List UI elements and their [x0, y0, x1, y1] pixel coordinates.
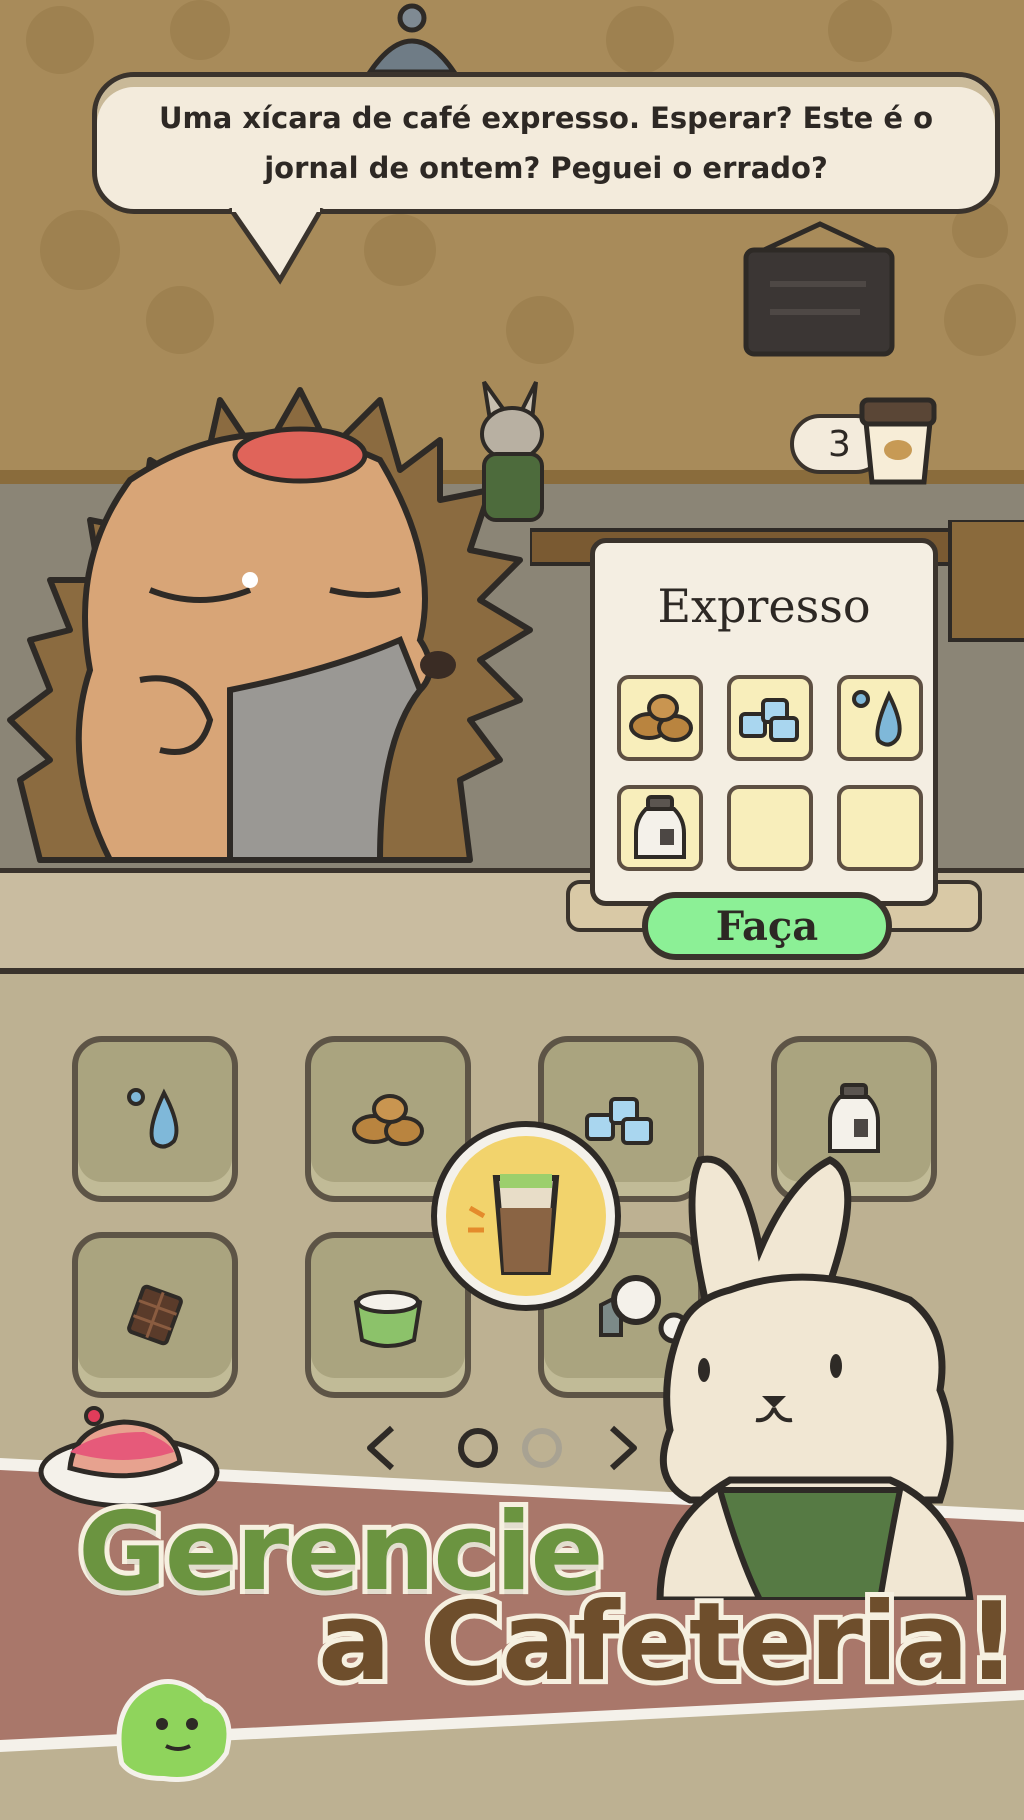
barista-bunny — [480, 380, 544, 522]
coffee-cup-icon — [859, 397, 937, 485]
banner-headline-line-2: a Cafeteria! — [313, 1575, 1021, 1710]
ice-cubes-icon — [739, 698, 799, 742]
chocolate-icon — [127, 1284, 183, 1346]
recipe-panel: Expresso — [590, 538, 938, 906]
frog-sticker — [116, 1679, 232, 1782]
speech-bubble-tail — [227, 208, 325, 285]
coffee-beans-icon — [352, 1094, 424, 1146]
service-bell-icon[interactable] — [360, 0, 460, 76]
recipe-slot-4 — [617, 785, 703, 871]
water-drop-icon — [127, 1088, 179, 1149]
recipe-slot-5 — [727, 785, 813, 871]
recipe-slot-1 — [617, 675, 703, 761]
bunny-barista — [656, 1155, 974, 1600]
ingredient-water-button[interactable] — [72, 1036, 238, 1202]
coffee-beans-icon — [629, 694, 693, 742]
dialogue-text: Uma xícara de café expresso. Esperar? Es… — [158, 101, 934, 185]
game-screen: Uma xícara de café expresso. Esperar? Es… — [0, 0, 1024, 1820]
ingredient-chocolate-button[interactable] — [72, 1232, 238, 1398]
cup-count: 3 — [828, 423, 851, 465]
matcha-icon — [353, 1290, 423, 1348]
recipe-slot-6 — [837, 785, 923, 871]
recipe-title: Expresso — [657, 579, 871, 633]
water-drop-icon — [852, 690, 902, 747]
recipe-slot-3 — [837, 675, 923, 761]
make-button[interactable]: Faça — [642, 892, 892, 960]
speech-bubble: Uma xícara de café expresso. Esperar? Es… — [92, 72, 1000, 214]
milk-jar-icon — [634, 795, 686, 859]
recipe-slot-2 — [727, 675, 813, 761]
menu-sign — [743, 221, 895, 357]
